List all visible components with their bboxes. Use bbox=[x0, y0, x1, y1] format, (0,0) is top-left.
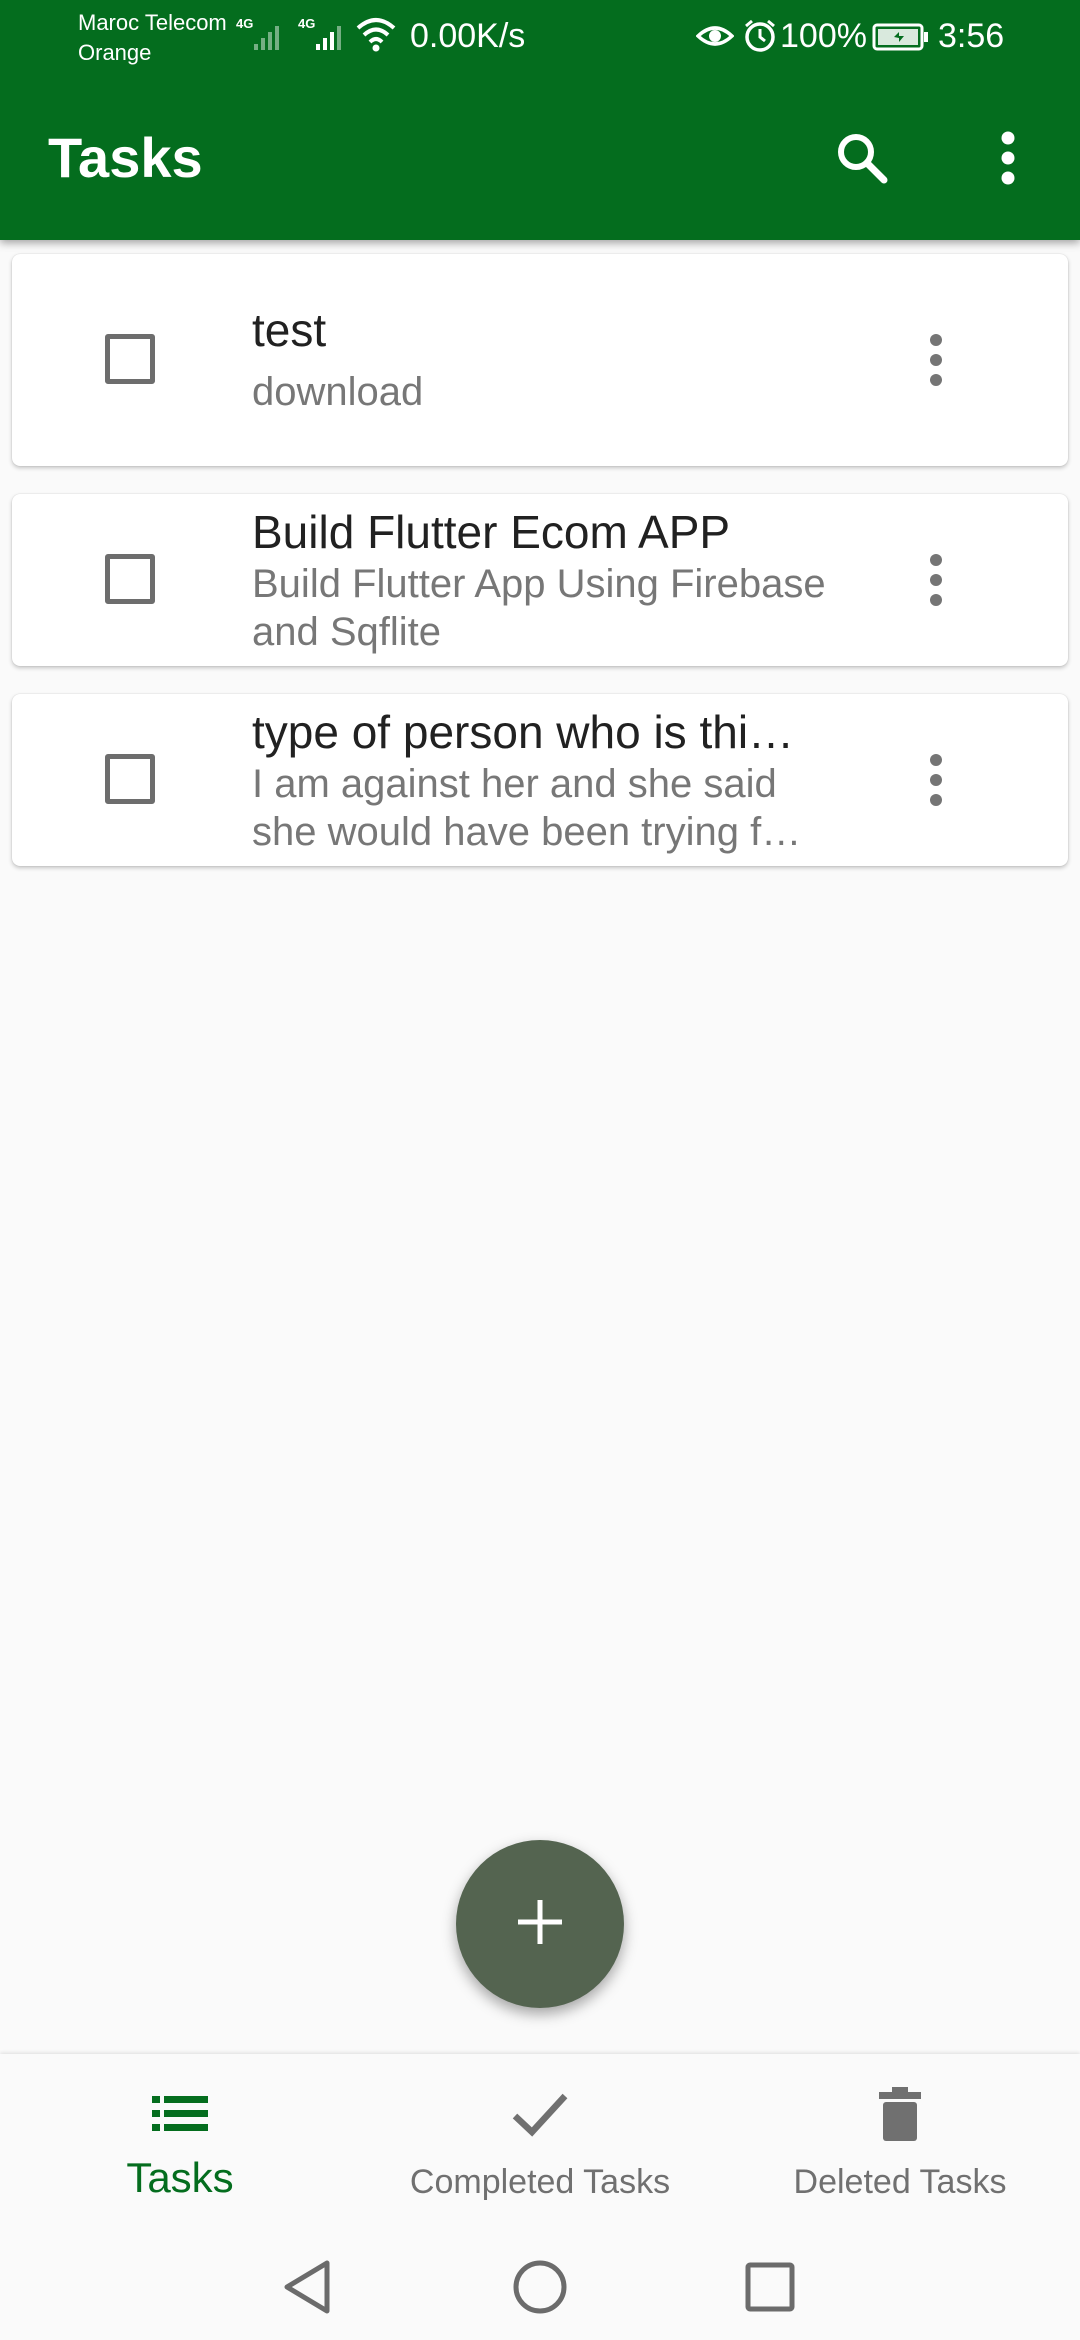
task-description: download bbox=[252, 370, 424, 414]
network-speed: 0.00K/s bbox=[410, 17, 526, 55]
nav-tasks[interactable]: Tasks bbox=[0, 2054, 360, 2234]
task-title: type of person who is thi… bbox=[252, 706, 795, 758]
battery-percent: 100% bbox=[780, 17, 867, 55]
nav-label-completed-tasks: Completed Tasks bbox=[409, 2163, 671, 2201]
more-vert-icon[interactable] bbox=[916, 320, 956, 400]
home-icon[interactable] bbox=[510, 2257, 570, 2317]
network-type-2: 4G bbox=[298, 16, 315, 31]
nav-deleted-tasks[interactable]: Deleted Tasks bbox=[720, 2054, 1080, 2234]
search-icon[interactable] bbox=[822, 118, 902, 198]
status-bar: Maroc Telecom Orange 4G 4G 0.00K/s 100% … bbox=[0, 0, 1080, 72]
nav-completed-tasks[interactable]: Completed Tasks bbox=[360, 2054, 720, 2234]
page-title: Tasks bbox=[48, 126, 203, 189]
task-card[interactable]: test download bbox=[12, 254, 1068, 466]
task-checkbox[interactable] bbox=[105, 754, 155, 804]
task-description: Build Flutter App Using Firebase and Sqf… bbox=[252, 562, 826, 654]
system-navigation-bar bbox=[0, 2234, 1080, 2340]
task-title: Build Flutter Ecom APP bbox=[252, 506, 731, 558]
app-header: Maroc Telecom Orange 4G 4G 0.00K/s 100% … bbox=[0, 0, 1080, 240]
clock-time: 3:56 bbox=[938, 17, 1005, 55]
task-checkbox[interactable] bbox=[105, 554, 155, 604]
carrier-info: Maroc Telecom Orange bbox=[78, 8, 227, 68]
wifi-icon bbox=[356, 16, 396, 57]
eye-icon bbox=[695, 20, 735, 57]
signal-icon: 4G bbox=[298, 14, 350, 59]
more-vert-icon[interactable] bbox=[916, 740, 956, 820]
carrier-name-2: Orange bbox=[78, 40, 152, 65]
list-icon bbox=[0, 2084, 360, 2144]
task-card[interactable]: type of person who is thi… I am against … bbox=[12, 694, 1068, 866]
network-type-1: 4G bbox=[236, 16, 253, 31]
add-task-button[interactable] bbox=[456, 1840, 624, 2008]
carrier-name-1: Maroc Telecom bbox=[78, 10, 227, 35]
battery-icon bbox=[872, 22, 930, 57]
check-icon bbox=[360, 2084, 720, 2144]
alarm-icon bbox=[742, 18, 778, 59]
more-vert-icon[interactable] bbox=[968, 118, 1048, 198]
task-description: I am against her and she said she would … bbox=[252, 762, 802, 854]
more-vert-icon[interactable] bbox=[916, 540, 956, 620]
task-card[interactable]: Build Flutter Ecom APP Build Flutter App… bbox=[12, 494, 1068, 666]
trash-icon bbox=[720, 2084, 1080, 2144]
task-title: test bbox=[252, 304, 327, 356]
back-icon[interactable] bbox=[278, 2257, 338, 2317]
nav-label-deleted-tasks: Deleted Tasks bbox=[793, 2163, 1007, 2201]
signal-icon: 4G bbox=[236, 14, 288, 59]
plus-icon bbox=[516, 1898, 564, 1951]
nav-label-tasks: Tasks bbox=[126, 2154, 234, 2201]
recents-icon[interactable] bbox=[740, 2257, 800, 2317]
task-checkbox[interactable] bbox=[105, 334, 155, 384]
bottom-navigation: Tasks Completed Tasks Deleted Tasks bbox=[0, 2054, 1080, 2234]
